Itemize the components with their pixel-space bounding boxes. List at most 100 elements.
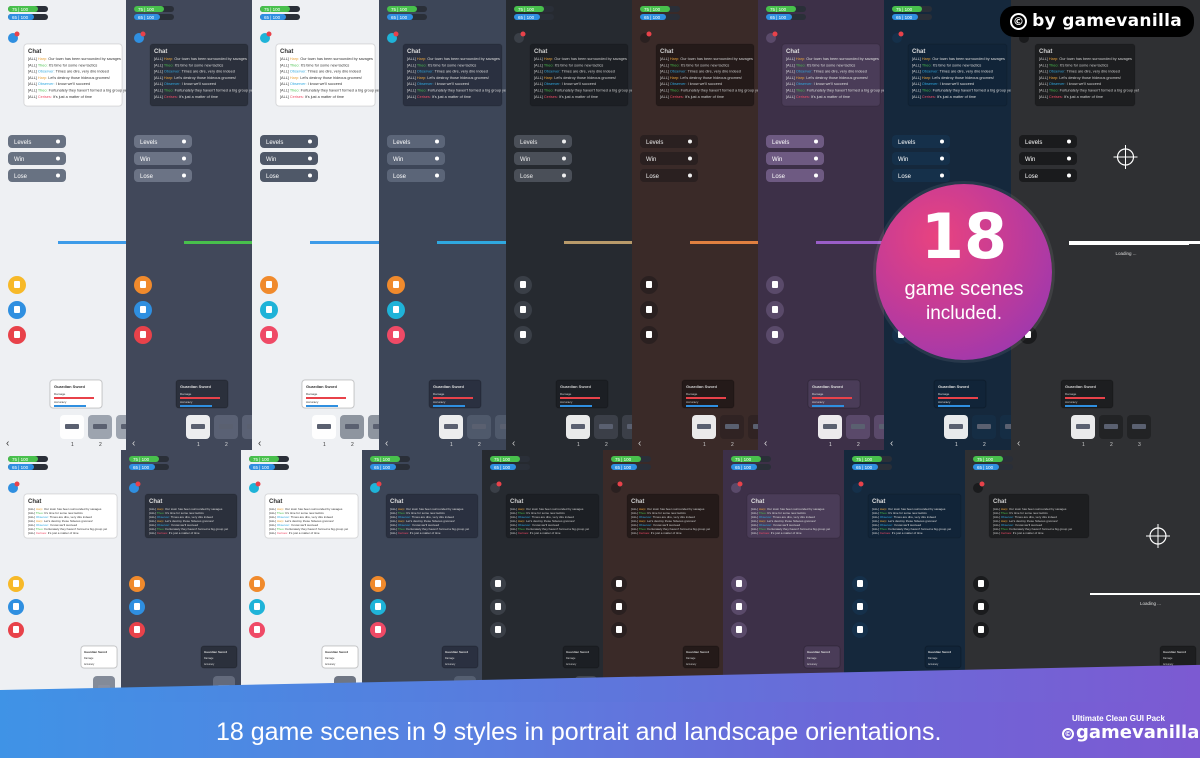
notification-dot	[520, 31, 526, 37]
chat-message: [ALL] Observer: I know we'll succeed	[154, 82, 216, 86]
mana-text: 65 | 100	[735, 465, 752, 470]
back-arrow-icon[interactable]: ‹	[638, 438, 641, 449]
shop-button[interactable]	[973, 622, 989, 638]
back-arrow-icon[interactable]: ‹	[385, 438, 388, 449]
landscape-scene-5: 75 | 100 65 | 100 Chat [ALL] Harp: Our town…	[482, 450, 603, 712]
shop-button[interactable]	[8, 622, 24, 638]
back-arrow-icon[interactable]: ‹	[1017, 438, 1020, 449]
trophy-button[interactable]	[8, 276, 26, 294]
trophy-button[interactable]	[514, 276, 532, 294]
back-arrow-icon[interactable]: ‹	[258, 438, 261, 449]
shop-button[interactable]	[387, 326, 405, 344]
win-button[interactable]: Win	[134, 152, 192, 165]
levels-button[interactable]: Levels	[766, 135, 824, 148]
shop-button[interactable]	[129, 622, 145, 638]
leaderboard-button[interactable]	[640, 301, 658, 319]
shop-button[interactable]	[852, 622, 868, 638]
shop-button[interactable]	[370, 622, 386, 638]
leaderboard-button[interactable]	[514, 301, 532, 319]
lose-button[interactable]: Lose	[1019, 169, 1077, 182]
shop-button[interactable]	[8, 326, 26, 344]
trophy-button[interactable]	[249, 576, 265, 592]
lose-button[interactable]: Lose	[640, 169, 698, 182]
back-arrow-icon[interactable]: ‹	[890, 438, 893, 449]
win-button[interactable]: Win	[766, 152, 824, 165]
trophy-button[interactable]	[973, 576, 989, 592]
back-arrow-icon[interactable]: ‹	[512, 438, 515, 449]
leaderboard-button[interactable]	[249, 599, 265, 615]
trophy-button[interactable]	[852, 576, 868, 592]
leaderboard-button[interactable]	[387, 301, 405, 319]
leaderboard-button[interactable]	[370, 599, 386, 615]
back-arrow-icon[interactable]: ‹	[764, 438, 767, 449]
trophy-button[interactable]	[134, 276, 152, 294]
leaderboard-button[interactable]	[260, 301, 278, 319]
trophy-button[interactable]	[766, 276, 784, 294]
leaderboard-button[interactable]	[611, 599, 627, 615]
leaderboard-button[interactable]	[973, 599, 989, 615]
levels-button[interactable]: Levels	[514, 135, 572, 148]
health-text: 75 | 100	[264, 7, 281, 12]
lose-button[interactable]: Lose	[892, 169, 950, 182]
badge-line2: included.	[925, 303, 1003, 324]
trophy-button[interactable]	[387, 276, 405, 294]
levels-button[interactable]: Levels	[640, 135, 698, 148]
shop-button[interactable]	[766, 326, 784, 344]
trophy-button[interactable]	[129, 576, 145, 592]
back-arrow-icon[interactable]: ‹	[6, 438, 9, 449]
lose-button[interactable]: Lose	[260, 169, 318, 182]
scene-canvas: 75 | 10065 | 100Chat[ALL] Harp: Our town…	[506, 0, 632, 450]
shop-button[interactable]	[490, 622, 506, 638]
win-button[interactable]: Win	[8, 152, 66, 165]
accuracy-label: Accuracy	[566, 663, 577, 666]
trophy-button[interactable]	[370, 576, 386, 592]
trophy-button[interactable]	[490, 576, 506, 592]
levels-button[interactable]: Levels	[134, 135, 192, 148]
leaderboard-button[interactable]	[129, 599, 145, 615]
shop-button[interactable]	[249, 622, 265, 638]
shop-button[interactable]	[640, 326, 658, 344]
win-button[interactable]: Win	[640, 152, 698, 165]
shop-button[interactable]	[514, 326, 532, 344]
chat-message: [ALL] Observer: Times are dire, very dir…	[280, 70, 361, 74]
trophy-button[interactable]	[731, 576, 747, 592]
levels-button[interactable]: Levels	[387, 135, 445, 148]
trophy-button[interactable]	[611, 576, 627, 592]
lose-button[interactable]: Lose	[766, 169, 824, 182]
levels-button[interactable]: Levels	[8, 135, 66, 148]
leaderboard-button[interactable]	[8, 599, 24, 615]
win-button[interactable]: Win	[892, 152, 950, 165]
scene-canvas: 75 | 10065 | 100Chat[ALL] Harp: Our town…	[603, 450, 723, 712]
svg-text:1: 1	[71, 442, 74, 448]
levels-button[interactable]: Levels	[260, 135, 318, 148]
shop-button[interactable]	[134, 326, 152, 344]
trophy-button[interactable]	[640, 276, 658, 294]
lose-button[interactable]: Lose	[387, 169, 445, 182]
back-arrow-icon[interactable]: ‹	[132, 438, 135, 449]
leaderboard-button[interactable]	[852, 599, 868, 615]
leaderboard-button[interactable]	[731, 599, 747, 615]
trophy-button[interactable]	[8, 576, 24, 592]
leaderboard-button[interactable]	[8, 301, 26, 319]
lose-button[interactable]: Lose	[8, 169, 66, 182]
shop-button[interactable]	[611, 622, 627, 638]
lose-button[interactable]: Lose	[514, 169, 572, 182]
chat-panel: Chat[ALL] Harp: Our town has been surrou…	[867, 493, 962, 539]
svg-text:2: 2	[351, 442, 354, 448]
leaderboard-button[interactable]	[134, 301, 152, 319]
win-button[interactable]: Win	[1019, 152, 1077, 165]
win-button[interactable]: Win	[260, 152, 318, 165]
cart-icon	[375, 626, 381, 633]
leaderboard-button[interactable]	[766, 301, 784, 319]
win-button[interactable]: Win	[387, 152, 445, 165]
levels-button[interactable]: Levels	[1019, 135, 1077, 148]
lose-button[interactable]: Lose	[134, 169, 192, 182]
chat-message: [ALL] Harp: Our town has been surrounded…	[534, 57, 627, 61]
levels-button[interactable]: Levels	[892, 135, 950, 148]
shop-button[interactable]	[260, 326, 278, 344]
leaderboard-button[interactable]	[490, 599, 506, 615]
brand-text: gamevanilla	[1076, 722, 1200, 743]
trophy-button[interactable]	[260, 276, 278, 294]
shop-button[interactable]	[731, 622, 747, 638]
win-button[interactable]: Win	[514, 152, 572, 165]
